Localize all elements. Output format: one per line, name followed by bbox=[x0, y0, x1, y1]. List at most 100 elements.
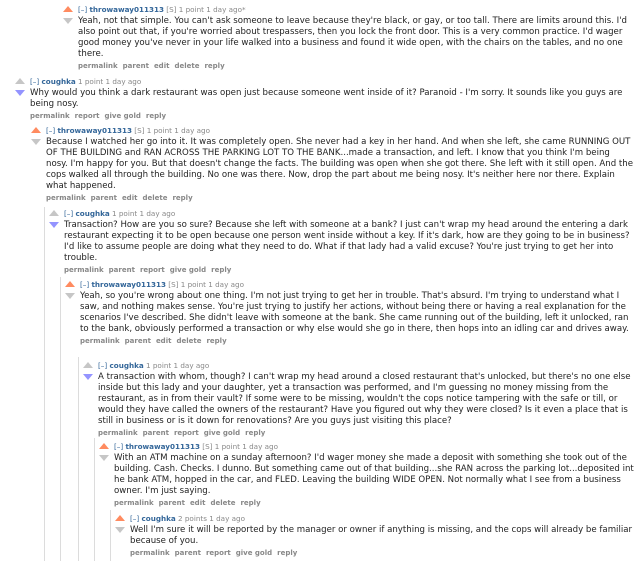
comment-text: Yeah, not that simple. You can't ask som… bbox=[78, 16, 628, 60]
comment-actions: permalink parent edit delete reply bbox=[80, 336, 634, 347]
parent-button[interactable]: parent bbox=[125, 337, 151, 345]
comment-author[interactable]: throwaway011313 bbox=[58, 126, 133, 135]
collapse-toggle[interactable]: [–] bbox=[98, 361, 107, 370]
submitter-flair: [S] bbox=[134, 126, 145, 135]
give-gold-button[interactable]: give gold bbox=[204, 429, 240, 437]
comment-author[interactable]: coughka bbox=[110, 361, 144, 370]
comment-score: 1 point bbox=[180, 280, 206, 289]
downvote-arrow-icon[interactable] bbox=[15, 90, 25, 96]
submitter-flair: [S] bbox=[168, 280, 179, 289]
comment-7: [–] coughka 2 points 1 day ago Well I'm … bbox=[114, 513, 638, 561]
comment-text: Well I'm sure it will be reported by the… bbox=[130, 525, 633, 547]
permalink-button[interactable]: permalink bbox=[80, 337, 120, 345]
reply-button[interactable]: reply bbox=[206, 337, 226, 345]
comment-author[interactable]: coughka bbox=[42, 77, 76, 86]
comment-score: 2 points bbox=[178, 514, 207, 523]
comment-actions: permalink parent edit delete reply bbox=[46, 193, 634, 204]
parent-button[interactable]: parent bbox=[159, 499, 185, 507]
comment-author[interactable]: throwaway011313 bbox=[90, 5, 165, 14]
collapse-toggle[interactable]: [–] bbox=[46, 126, 55, 135]
comment-author[interactable]: throwaway011313 bbox=[126, 442, 201, 451]
reply-button[interactable]: reply bbox=[245, 429, 265, 437]
delete-button[interactable]: delete bbox=[210, 499, 235, 507]
upvote-arrow-icon[interactable] bbox=[49, 210, 59, 216]
vote-arrows bbox=[48, 208, 60, 228]
comment-1: [–] coughka 1 point 1 day ago Why would … bbox=[14, 76, 638, 124]
comment-score: 1 point bbox=[178, 5, 204, 14]
parent-button[interactable]: parent bbox=[109, 266, 135, 274]
reply-button[interactable]: reply bbox=[240, 499, 260, 507]
upvote-arrow-icon[interactable] bbox=[99, 443, 109, 449]
delete-button[interactable]: delete bbox=[174, 62, 199, 70]
give-gold-button[interactable]: give gold bbox=[236, 549, 272, 557]
comment-tagline: [–] throwaway011313 [S] 1 point 1 day ag… bbox=[80, 279, 634, 290]
permalink-button[interactable]: permalink bbox=[98, 429, 138, 437]
upvote-arrow-icon[interactable] bbox=[15, 78, 25, 84]
comment-text: With an ATM machine on a sunday afternoo… bbox=[114, 453, 634, 497]
report-button[interactable]: report bbox=[174, 429, 199, 437]
downvote-arrow-icon[interactable] bbox=[65, 293, 75, 299]
permalink-button[interactable]: permalink bbox=[64, 266, 104, 274]
thread-rail bbox=[94, 438, 95, 561]
comment-score: 1 point bbox=[214, 442, 240, 451]
downvote-arrow-icon[interactable] bbox=[63, 18, 73, 24]
comment-author[interactable]: throwaway011313 bbox=[92, 280, 167, 289]
permalink-button[interactable]: permalink bbox=[114, 499, 154, 507]
reply-button[interactable]: reply bbox=[277, 549, 297, 557]
permalink-button[interactable]: permalink bbox=[30, 112, 70, 120]
edit-button[interactable]: edit bbox=[190, 499, 206, 507]
collapse-toggle[interactable]: [–] bbox=[114, 442, 123, 451]
edit-button[interactable]: edit bbox=[156, 337, 172, 345]
comment-tagline: [–] coughka 1 point 1 day ago bbox=[30, 76, 634, 87]
permalink-button[interactable]: permalink bbox=[46, 194, 86, 202]
comment-author[interactable]: coughka bbox=[142, 514, 176, 523]
downvote-arrow-icon[interactable] bbox=[31, 139, 41, 145]
give-gold-button[interactable]: give gold bbox=[105, 112, 141, 120]
upvote-arrow-icon[interactable] bbox=[31, 127, 41, 133]
comment-tagline: [–] coughka 1 point 1 day ago bbox=[98, 360, 634, 371]
permalink-button[interactable]: permalink bbox=[130, 549, 170, 557]
upvote-arrow-icon[interactable] bbox=[65, 281, 75, 287]
permalink-button[interactable]: permalink bbox=[78, 62, 118, 70]
comment-tagline: [–] throwaway011313 [S] 1 point 1 day ag… bbox=[114, 441, 634, 452]
delete-button[interactable]: delete bbox=[142, 194, 167, 202]
parent-button[interactable]: parent bbox=[91, 194, 117, 202]
vote-arrows bbox=[114, 513, 126, 533]
comment-age: 1 day ago bbox=[208, 280, 244, 289]
comment-score: 1 point bbox=[78, 77, 104, 86]
comment-actions: permalink report give gold reply bbox=[30, 111, 634, 122]
downvote-arrow-icon[interactable] bbox=[99, 455, 109, 461]
collapse-toggle[interactable]: [–] bbox=[130, 514, 139, 523]
reply-button[interactable]: reply bbox=[204, 62, 224, 70]
downvote-arrow-icon[interactable] bbox=[115, 527, 125, 533]
downvote-arrow-icon[interactable] bbox=[83, 374, 93, 380]
report-button[interactable]: report bbox=[206, 549, 231, 557]
comment-text: A transaction with whom, though? I can't… bbox=[98, 372, 631, 427]
edit-button[interactable]: edit bbox=[154, 62, 170, 70]
report-button[interactable]: report bbox=[75, 112, 100, 120]
edit-button[interactable]: edit bbox=[122, 194, 138, 202]
collapse-toggle[interactable]: [–] bbox=[78, 5, 87, 14]
give-gold-button[interactable]: give gold bbox=[170, 266, 206, 274]
submitter-flair: [S] bbox=[166, 5, 177, 14]
collapse-toggle[interactable]: [–] bbox=[64, 209, 73, 218]
collapse-toggle[interactable]: [–] bbox=[30, 77, 39, 86]
parent-button[interactable]: parent bbox=[143, 429, 169, 437]
upvote-arrow-icon[interactable] bbox=[63, 6, 73, 12]
upvote-arrow-icon[interactable] bbox=[115, 515, 125, 521]
comment-actions: permalink parent report give gold reply bbox=[130, 548, 634, 559]
comment-age: 1 day ago bbox=[209, 514, 245, 523]
parent-button[interactable]: parent bbox=[175, 549, 201, 557]
comment-author[interactable]: coughka bbox=[76, 209, 110, 218]
delete-button[interactable]: delete bbox=[176, 337, 201, 345]
upvote-arrow-icon[interactable] bbox=[83, 362, 93, 368]
comment-actions: permalink parent report give gold reply bbox=[98, 428, 634, 439]
collapse-toggle[interactable]: [–] bbox=[80, 280, 89, 289]
parent-button[interactable]: parent bbox=[123, 62, 149, 70]
report-button[interactable]: report bbox=[140, 266, 165, 274]
reply-button[interactable]: reply bbox=[172, 194, 192, 202]
reply-button[interactable]: reply bbox=[146, 112, 166, 120]
downvote-arrow-icon[interactable] bbox=[49, 222, 59, 228]
reply-button[interactable]: reply bbox=[211, 266, 231, 274]
comment-age: 1 day ago bbox=[139, 209, 176, 218]
